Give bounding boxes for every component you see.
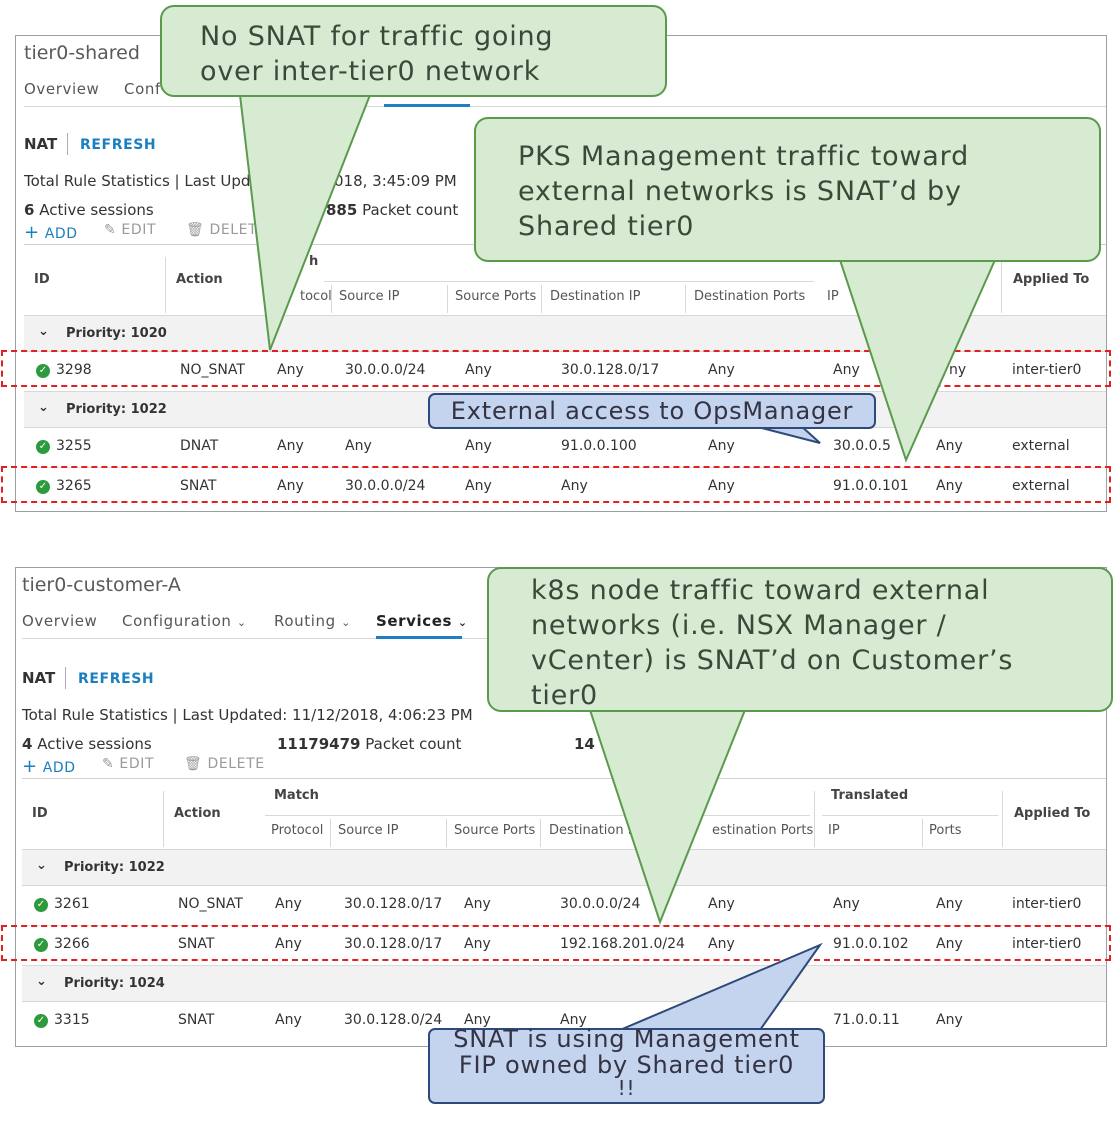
callout-line: PKS Management traffic toward bbox=[518, 141, 970, 172]
callout-line: external networks is SNAT’d by bbox=[518, 176, 962, 207]
callout-k8s-node: k8s node traffic toward external network… bbox=[487, 567, 1113, 712]
callout-no-snat: No SNAT for traffic going over inter-tie… bbox=[160, 5, 667, 97]
callout-pointer-no-snat bbox=[238, 94, 372, 351]
callout-line: FIP owned by Shared tier0 bbox=[458, 1051, 795, 1079]
callout-snat-fip: SNAT is using Management FIP owned by Sh… bbox=[428, 1025, 825, 1104]
callout-line: No SNAT for traffic going bbox=[200, 21, 554, 52]
callout-line: !! bbox=[617, 1076, 636, 1100]
callout-external-access: External access to OpsManager bbox=[428, 393, 876, 429]
callout-line: SNAT is using Management bbox=[453, 1025, 800, 1053]
callout-pointer-pks bbox=[838, 259, 997, 463]
callout-line: vCenter) is SNAT’d on Customer’s bbox=[531, 645, 1014, 676]
callout-pointer-k8s bbox=[588, 709, 747, 925]
callout-line: External access to OpsManager bbox=[450, 397, 854, 425]
callout-line: networks (i.e. NSX Manager / bbox=[531, 610, 947, 641]
callout-line: Shared tier0 bbox=[518, 211, 695, 242]
callout-line: k8s node traffic toward external bbox=[531, 575, 990, 606]
callout-pointer-fip bbox=[619, 942, 823, 1031]
callout-pks-management: PKS Management traffic toward external n… bbox=[474, 117, 1101, 262]
callout-line: tier0 bbox=[531, 680, 598, 711]
callout-line: over inter-tier0 network bbox=[200, 56, 541, 87]
